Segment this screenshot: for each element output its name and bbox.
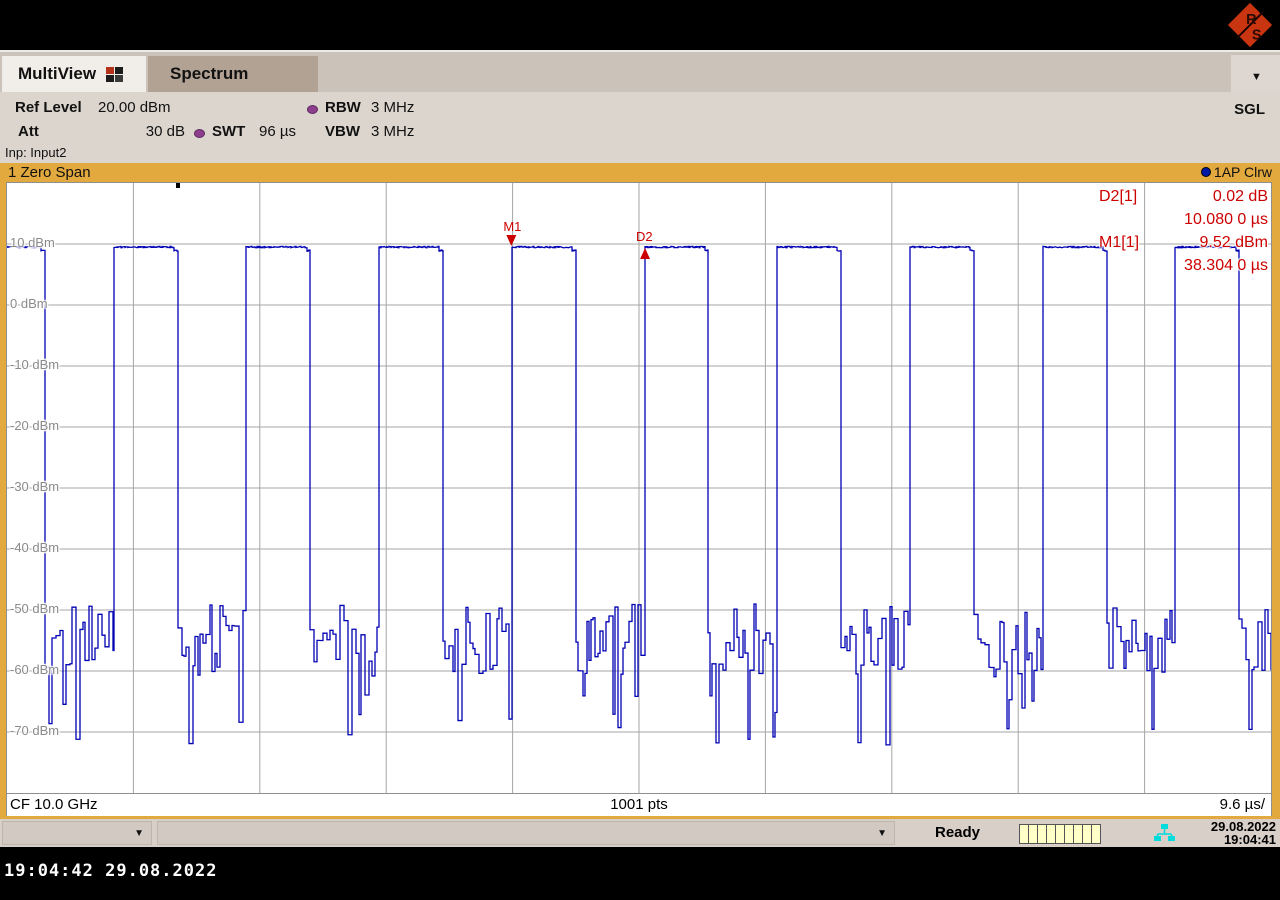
- tab-overflow-dropdown[interactable]: ▼: [1231, 55, 1280, 94]
- zero-span-window: 1 Zero Span 1AP Clrw M1 D2 10 dBm 0 dBm -10…: [0, 163, 1280, 819]
- y-axis-label: -30 dBm: [10, 479, 59, 494]
- svg-text:S: S: [1252, 27, 1262, 43]
- top-bar: R S: [0, 0, 1280, 50]
- tab-spectrum-label: Spectrum: [170, 64, 248, 84]
- marker-readout-row: D2[1]0.02 dB: [1099, 188, 1271, 211]
- progress-segment: [1092, 825, 1100, 843]
- swt-value[interactable]: 96 µs: [259, 123, 296, 140]
- progress-segment: [1020, 825, 1028, 843]
- status-dropdown-left[interactable]: ▼: [2, 821, 152, 845]
- rohde-schwarz-logo: R S: [1225, 1, 1275, 49]
- window-title-bar[interactable]: 1 Zero Span 1AP Clrw: [0, 163, 1280, 182]
- vbw-value[interactable]: 3 MHz: [371, 123, 414, 140]
- progress-segment: [1074, 825, 1082, 843]
- swt-coupling-dot-icon: [194, 129, 205, 138]
- trigger-position-tick: [176, 183, 180, 188]
- clock-datetime: 19:04:42 29.08.2022: [4, 861, 217, 881]
- ref-level-label: Ref Level: [15, 99, 82, 116]
- chevron-down-icon: ▼: [877, 829, 887, 839]
- y-axis-label: -70 dBm: [10, 723, 59, 738]
- ref-level-value[interactable]: 20.00 dBm: [98, 99, 171, 116]
- att-value[interactable]: 30 dB: [98, 123, 185, 140]
- y-axis-label: 0 dBm: [10, 296, 48, 311]
- status-dropdown-message[interactable]: ▼: [157, 821, 895, 845]
- rbw-value[interactable]: 3 MHz: [371, 99, 414, 116]
- swt-label: SWT: [212, 123, 245, 140]
- status-bar: ▼ ▼ Ready 29.08.2022 19:04:41: [0, 819, 1280, 847]
- tab-bar: MultiView Spectrum ▼: [0, 50, 1280, 94]
- diagram-area[interactable]: M1 D2 10 dBm 0 dBm -10 dBm -20 dBm -30 dBm -40…: [6, 182, 1272, 794]
- y-axis-label: -10 dBm: [10, 357, 59, 372]
- input-source-label: Inp: Input2: [5, 145, 66, 160]
- rbw-label: RBW: [325, 99, 361, 116]
- progress-segment: [1065, 825, 1073, 843]
- svg-text:R: R: [1246, 12, 1257, 28]
- progress-segment: [1047, 825, 1055, 843]
- ready-status: Ready: [935, 824, 980, 841]
- sweep-points-label: 1001 pts: [7, 796, 1271, 813]
- window-title: 1 Zero Span: [8, 164, 91, 181]
- sweep-progress-bar: [1019, 824, 1101, 844]
- chevron-down-icon: ▼: [1251, 72, 1262, 83]
- settings-header: Ref Level 20.00 dBm Att 30 dB SWT 96 µs …: [0, 92, 1280, 163]
- status-time: 19:04:41: [1211, 833, 1276, 846]
- progress-segment: [1083, 825, 1091, 843]
- single-sweep-badge: SGL: [1234, 101, 1265, 118]
- y-axis-label: 10 dBm: [10, 235, 55, 250]
- trace-info[interactable]: 1AP Clrw: [1201, 164, 1272, 180]
- tab-multiview[interactable]: MultiView: [2, 56, 146, 92]
- network-icon: [1153, 823, 1175, 843]
- chevron-down-icon: ▼: [134, 829, 144, 839]
- svg-text:M1: M1: [503, 219, 521, 234]
- status-datetime: 29.08.2022 19:04:41: [1211, 820, 1276, 846]
- y-axis-label: -40 dBm: [10, 540, 59, 555]
- y-axis-label: -60 dBm: [10, 662, 59, 677]
- tab-spectrum[interactable]: Spectrum: [148, 56, 318, 92]
- svg-text:D2: D2: [636, 229, 653, 244]
- y-axis-label: -50 dBm: [10, 601, 59, 616]
- bottom-bar: 19:04:42 29.08.2022: [0, 847, 1280, 900]
- progress-segment: [1038, 825, 1046, 843]
- vbw-label: VBW: [325, 123, 360, 140]
- att-label: Att: [18, 123, 39, 140]
- marker-readout-row: 10.080 0 µs: [1099, 211, 1271, 234]
- diagram-footer: CF 10.0 GHz 1001 pts 9.6 µs/: [6, 794, 1272, 816]
- rbw-coupling-dot-icon: [307, 105, 318, 114]
- marker-readout-table: D2[1]0.02 dB10.080 0 µsM1[1]9.52 dBm38.3…: [1099, 188, 1271, 280]
- marker-readout-row: M1[1]9.52 dBm: [1099, 234, 1271, 257]
- tab-multiview-label: MultiView: [18, 64, 96, 84]
- trace1-dot-icon: [1201, 167, 1211, 177]
- trace1-label: 1AP Clrw: [1214, 164, 1272, 180]
- multiview-grid-icon: [106, 67, 123, 82]
- progress-segment: [1056, 825, 1064, 843]
- marker-readout-row: 38.304 0 µs: [1099, 257, 1271, 280]
- trace-plot: M1 D2: [7, 183, 1271, 793]
- y-axis-label: -20 dBm: [10, 418, 59, 433]
- progress-segment: [1029, 825, 1037, 843]
- time-per-div-label: 9.6 µs/: [1220, 796, 1265, 813]
